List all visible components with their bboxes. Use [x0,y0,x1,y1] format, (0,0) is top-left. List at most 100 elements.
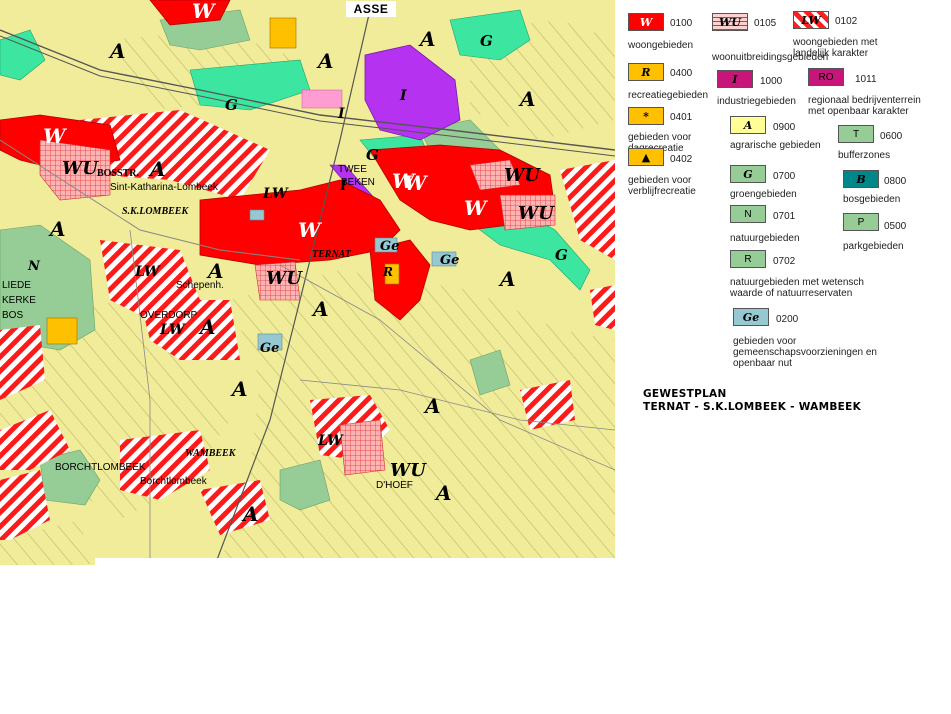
legend-desc-line: gebieden voor [733,336,797,347]
place-name-katharina: Sint-Katharina-Lombeek [110,182,219,193]
legend-desc-0900: agrarische gebieden [730,140,821,151]
zone-letter-w: W [43,124,68,148]
legend-code-0200: 0200 [776,314,799,325]
zone-letter-i: I [399,88,407,104]
zone-letter-a: A [148,157,166,181]
legend-desc-0402: gebieden voor verblijfrecreatie [628,175,696,197]
legend-swatch-0100: W [628,13,664,31]
zone-letter-g: G [555,246,568,264]
zone-letter-a: A [241,502,259,526]
place-name-borchtlombeek: BORCHTLOMBEEK [55,462,146,473]
zone-letter-a: A [108,39,126,63]
zone-letter-a: A [498,267,516,291]
zone-letter-wu: WU [266,268,303,289]
legend-swatch-0200: Ge [733,308,769,326]
zone-letter-w: W [298,218,323,242]
zone-letter-a: A [418,27,436,51]
zoning-map: A A A A A A A A A A A A A A G G G G I I I W W W W W WU WU WU WU WU LW LW… [0,0,615,565]
zone-letter-g: G [480,32,493,50]
zone-letter-lw: LW [317,433,344,449]
legend-swatch-1000: I [717,70,753,88]
place-name-liede: LIEDE [2,280,31,291]
zone-letter-a: A [423,394,441,418]
legend-swatch-0500: P [843,213,879,231]
legend-desc-line: groengebieden [730,189,797,200]
legend-desc-1000: industriegebieden [717,96,796,107]
zone-letter-a: A [518,87,536,111]
legend-desc-line: gebieden voor [628,132,692,143]
zone-letter-wu: WU [518,203,555,224]
place-name-twee: TWEE [338,164,367,175]
legend-code-0102: 0102 [835,16,858,27]
zoning-map-svg: A AAAAAAAAAAAAAGGGGIIIWWWWWWU WUWUWUWULWLW… [0,0,615,565]
place-name-overdorp: OVERDORP [140,310,198,321]
legend-swatch-1011: RO [808,68,844,86]
legend-desc-0500: parkgebieden [843,241,904,252]
legend-swatch-0700: G [730,165,766,183]
legend-code-1000: 1000 [760,76,783,87]
legend-desc-line: recreatiegebieden [628,90,709,101]
legend-swatch-0400: R [628,63,664,81]
legend-desc-line: agrarische gebieden [730,140,821,151]
legend-desc-1011: regionaal bedrijventerrein met openbaar k… [808,95,921,117]
zone-letter-w: W [464,196,489,220]
legend-swatch-0701: N [730,205,766,223]
legend-desc-line: landelijk karakter [793,48,869,59]
zone-letter-lw: LW [159,322,186,338]
place-name-sk-lombeek: S.K.LOMBEEK [122,206,189,217]
zone-letter-a: A [198,315,216,339]
zone-letter-wu: WU [62,158,99,179]
place-name-kerke: KERKE [2,295,36,306]
legend-desc-line: industriegebieden [717,96,796,107]
legend-desc-line: openbaar nut [733,358,792,369]
legend-code-0100: 0100 [670,18,693,29]
legend-swatch-0702: R [730,250,766,268]
place-name-ternat: TERNAT [312,249,352,260]
legend-swatch-0800: B [843,170,879,188]
legend-desc-line: natuurgebieden [730,233,800,244]
zone-letter-n: N [27,259,41,274]
place-name-bos: BOS [2,310,23,321]
legend-code-0500: 0500 [884,221,907,232]
place-name-wambeek: WAMBEEK [185,448,237,459]
place-name-schepenh: Schepenh. [176,280,224,291]
legend-code-0402: 0402 [670,154,693,165]
legend-desc-line: gemeenschapsvoorzieningen en [733,347,877,358]
legend-desc-line: woongebieden met [793,37,878,48]
legend-swatch-0401: * [628,107,664,125]
zone-letter-ge: Ge [440,253,459,268]
legend-code-0400: 0400 [670,68,693,79]
zone-letter-w: W [192,0,217,23]
zone-letter-wu: WU [390,460,427,481]
legend-code-0401: 0401 [670,112,693,123]
legend-desc-0100: woongebieden [628,40,693,51]
map-title-line2: TERNAT - S.K.LOMBEEK - WAMBEEK [643,401,862,413]
place-name-dhoef: D'HOEF [376,480,413,491]
map-edge [95,558,615,565]
map-title: GEWESTPLAN TERNAT - S.K.LOMBEEK - WAMBEE… [643,388,861,414]
legend-desc-0600: bufferzones [838,150,890,161]
legend-desc-line: bufferzones [838,150,891,161]
zone-letter-g: G [225,96,238,114]
legend-desc-0400: recreatiegebieden [628,90,708,101]
legend-code-1011: 1011 [855,74,877,85]
legend-desc-line: woongebieden [628,40,694,51]
legend-desc-line: met openbaar karakter [808,106,909,117]
zone-letter-a: A [434,481,452,505]
zone-letter-a: A [311,297,329,321]
zone-letter-wu: WU [504,165,541,186]
legend-code-0700: 0700 [773,171,796,182]
legend-desc-0800: bosgebieden [843,194,900,205]
legend-swatch-0105: WU [712,13,748,31]
zone-letter-a: A [230,377,248,401]
legend-desc-line: natuurgebieden met wetensch [730,277,864,288]
zone-letter-w: W [392,169,417,193]
legend-desc-0702: natuurgebieden met wetensch waarde of nat… [730,277,864,299]
place-name-bosstr: BOSSTR. [97,168,139,179]
legend-code-0701: 0701 [773,211,796,222]
legend-desc-0701: natuurgebieden [730,233,800,244]
zone-letter-r: R [382,265,393,279]
legend-desc-line: gebieden voor [628,175,692,186]
zone-letter-ge: Ge [260,341,279,356]
zone-letter-lw: LW [134,264,161,280]
